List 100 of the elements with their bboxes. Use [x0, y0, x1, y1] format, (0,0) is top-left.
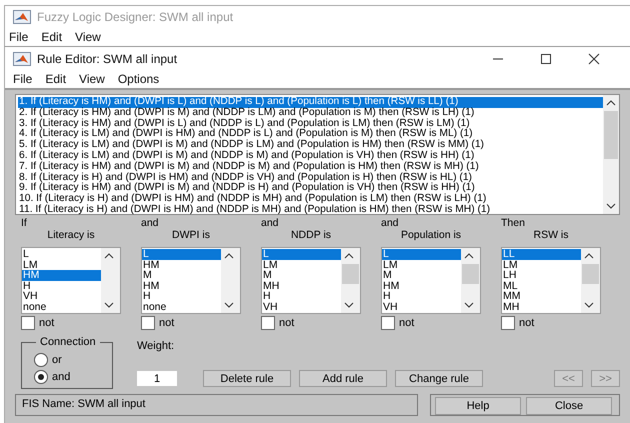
list-item[interactable]: LM	[262, 260, 341, 270]
list-item[interactable]: L	[382, 249, 461, 260]
list-item[interactable]: MM	[502, 291, 581, 302]
menu-item[interactable]: Options	[118, 73, 160, 85]
radio-button[interactable]	[34, 352, 48, 366]
rule-list[interactable]	[15, 94, 620, 215]
list-item[interactable]: none	[142, 302, 221, 312]
list-item[interactable]: VH	[382, 302, 461, 312]
scroll-up-icon[interactable]	[104, 252, 114, 260]
scroll-down-icon[interactable]	[224, 301, 234, 309]
menu-item[interactable]: File	[9, 31, 28, 43]
rule-item[interactable]: 7. If (Literacy is HM) and (DWPI is M) and (NDDP is M) and (Population is HM) then (RSW is MH) (1)	[18, 162, 603, 173]
list-item[interactable]: H	[262, 291, 341, 302]
menu-item[interactable]: View	[79, 73, 105, 85]
rule-item[interactable]: 2. If (Literacy is HM) and (DWPI is M) and (NDDP is LM) and (Population is M) then (RSW is LH) (1)	[18, 108, 603, 119]
close-icon[interactable]	[588, 53, 600, 65]
list-item[interactable]: H	[142, 291, 221, 302]
scroll-down-icon[interactable]	[606, 202, 616, 210]
scroll-up-icon[interactable]	[464, 252, 474, 260]
list-item[interactable]: LM	[382, 260, 461, 270]
rule-item[interactable]: 1. If (Literacy is HM) and (DWPI is L) and (NDDP is L) and (Population is L) then (RSW is LL) (1)	[18, 97, 603, 108]
rule-item[interactable]: 4. If (Literacy is LM) and (DWPI is HM) and (NDDP is L) and (Population is M) then (RSW is ML) (1)	[18, 129, 603, 140]
checkbox-label: not	[39, 317, 54, 329]
list-item[interactable]: MH	[262, 280, 341, 291]
scroll-up-icon[interactable]	[584, 252, 594, 260]
footer-button[interactable]: Help	[435, 397, 521, 415]
list-item[interactable]: VH	[262, 302, 341, 312]
list-item[interactable]: LM	[502, 260, 581, 270]
scroll-down-icon[interactable]	[464, 301, 474, 309]
weight-label: Weight:	[137, 340, 176, 352]
not-checkbox[interactable]	[501, 316, 515, 330]
rule-item[interactable]: 8. If (Literacy is H) and (DWPI is HM) and (NDDP is VH) and (Population is H) then (RSW is HL) (1)	[18, 172, 603, 184]
weight-field[interactable]: 1	[137, 371, 177, 386]
action-button[interactable]: Add rule	[299, 370, 387, 387]
list-item[interactable]: H	[22, 280, 101, 291]
list-item[interactable]: VH	[22, 291, 101, 302]
checkbox-label: not	[159, 317, 174, 329]
rule-item[interactable]: 9. If (Literacy is HM) and (DWPI is M) and (NDDP is H) and (Population is VH) then (RSW is HH) (1)	[18, 183, 603, 194]
scroll-up-icon[interactable]	[224, 252, 234, 260]
list-item[interactable]: HM	[22, 270, 101, 280]
not-checkbox[interactable]	[21, 316, 35, 330]
footer-button[interactable]: Close	[526, 397, 612, 415]
not-checkbox[interactable]	[261, 316, 275, 330]
matlab-logo-icon	[13, 52, 31, 66]
list-item[interactable]: ML	[502, 280, 581, 291]
scrollbar-thumb[interactable]	[582, 264, 599, 284]
list-item[interactable]: M	[262, 270, 341, 280]
scroll-up-icon[interactable]	[606, 99, 616, 107]
radio-button[interactable]	[34, 370, 48, 384]
list-item[interactable]: M	[142, 270, 221, 280]
rule-item[interactable]: 5. If (Literacy is LM) and (DWPI is M) and (NDDP is LM) and (Population is HM) then (RSW is MM) (1)	[18, 140, 603, 151]
action-button[interactable]: Change rule	[395, 370, 483, 387]
scroll-up-icon[interactable]	[344, 252, 354, 260]
rule-item[interactable]: 11. If (Literacy is H) and (DWPI is HM) and (NDDP is MH) and (Population is HM) then (RSW is MH) (1)	[18, 204, 603, 216]
list-item[interactable]: L	[142, 249, 221, 260]
list-item[interactable]: HM	[382, 280, 461, 291]
membership-list[interactable]: LL LM LH ML MM MH	[501, 247, 601, 314]
membership-list[interactable]: L LM M HM H VH	[381, 247, 481, 314]
checkbox-label: not	[519, 317, 534, 329]
scrollbar-thumb[interactable]	[342, 264, 359, 284]
rule-item[interactable]: 10. If (Literacy is H) and (DWPI is HM) and (NDDP is MH) and (Population is LM) then (RSW is LH) (1)	[18, 194, 603, 205]
list-item[interactable]: LH	[502, 270, 581, 280]
rule-item[interactable]: 3. If (Literacy is HM) and (DWPI is L) and (NDDP is L) and (Population is LM) then (RSW is LM) (1)	[18, 118, 603, 130]
list-item[interactable]: none	[22, 302, 101, 312]
variable-label: RSW is	[532, 229, 570, 241]
list-item[interactable]: H	[382, 291, 461, 302]
menu-item[interactable]: Edit	[41, 31, 62, 43]
not-checkbox[interactable]	[141, 316, 155, 330]
scrollbar-thumb[interactable]	[604, 111, 618, 159]
list-item[interactable]: HM	[142, 260, 221, 270]
membership-list[interactable]: L LM M MH H VH	[261, 247, 361, 314]
group-label: Connection	[36, 336, 100, 348]
variable-label: NDDP is	[290, 229, 332, 241]
menu-item[interactable]: File	[13, 73, 32, 85]
list-item[interactable]: L	[262, 249, 341, 260]
menu-item[interactable]: View	[75, 31, 101, 43]
rule-item[interactable]: 6. If (Literacy is LM) and (DWPI is M) and (NDDP is M) and (Population is VH) then (RSW is HH) (1)	[18, 150, 603, 162]
list-item[interactable]: LM	[22, 260, 101, 270]
list-item[interactable]: HM	[142, 280, 221, 291]
list-item[interactable]: LL	[502, 249, 581, 260]
scroll-down-icon[interactable]	[104, 301, 114, 309]
membership-list[interactable]: L HM M HM H none	[141, 247, 241, 314]
scrollbar-thumb[interactable]	[462, 264, 479, 284]
matlab-logo-icon	[13, 10, 31, 24]
checkbox-label: not	[399, 317, 414, 329]
scroll-down-icon[interactable]	[344, 301, 354, 309]
membership-list[interactable]: L LM HM H VH none	[21, 247, 121, 314]
list-item[interactable]: M	[382, 270, 461, 280]
variable-prefix: If	[21, 217, 28, 229]
variable-prefix: and	[381, 217, 400, 229]
scroll-down-icon[interactable]	[584, 301, 594, 309]
list-item[interactable]: L	[22, 249, 101, 260]
maximize-icon[interactable]	[540, 53, 552, 65]
variable-label: Literacy is	[46, 229, 96, 241]
action-button[interactable]: Delete rule	[203, 370, 291, 387]
not-checkbox[interactable]	[381, 316, 395, 330]
menu-item[interactable]: Edit	[45, 73, 66, 85]
list-item[interactable]: MH	[502, 302, 581, 312]
window-title: Rule Editor: SWM all input	[37, 52, 178, 66]
checkbox-label: not	[279, 317, 294, 329]
